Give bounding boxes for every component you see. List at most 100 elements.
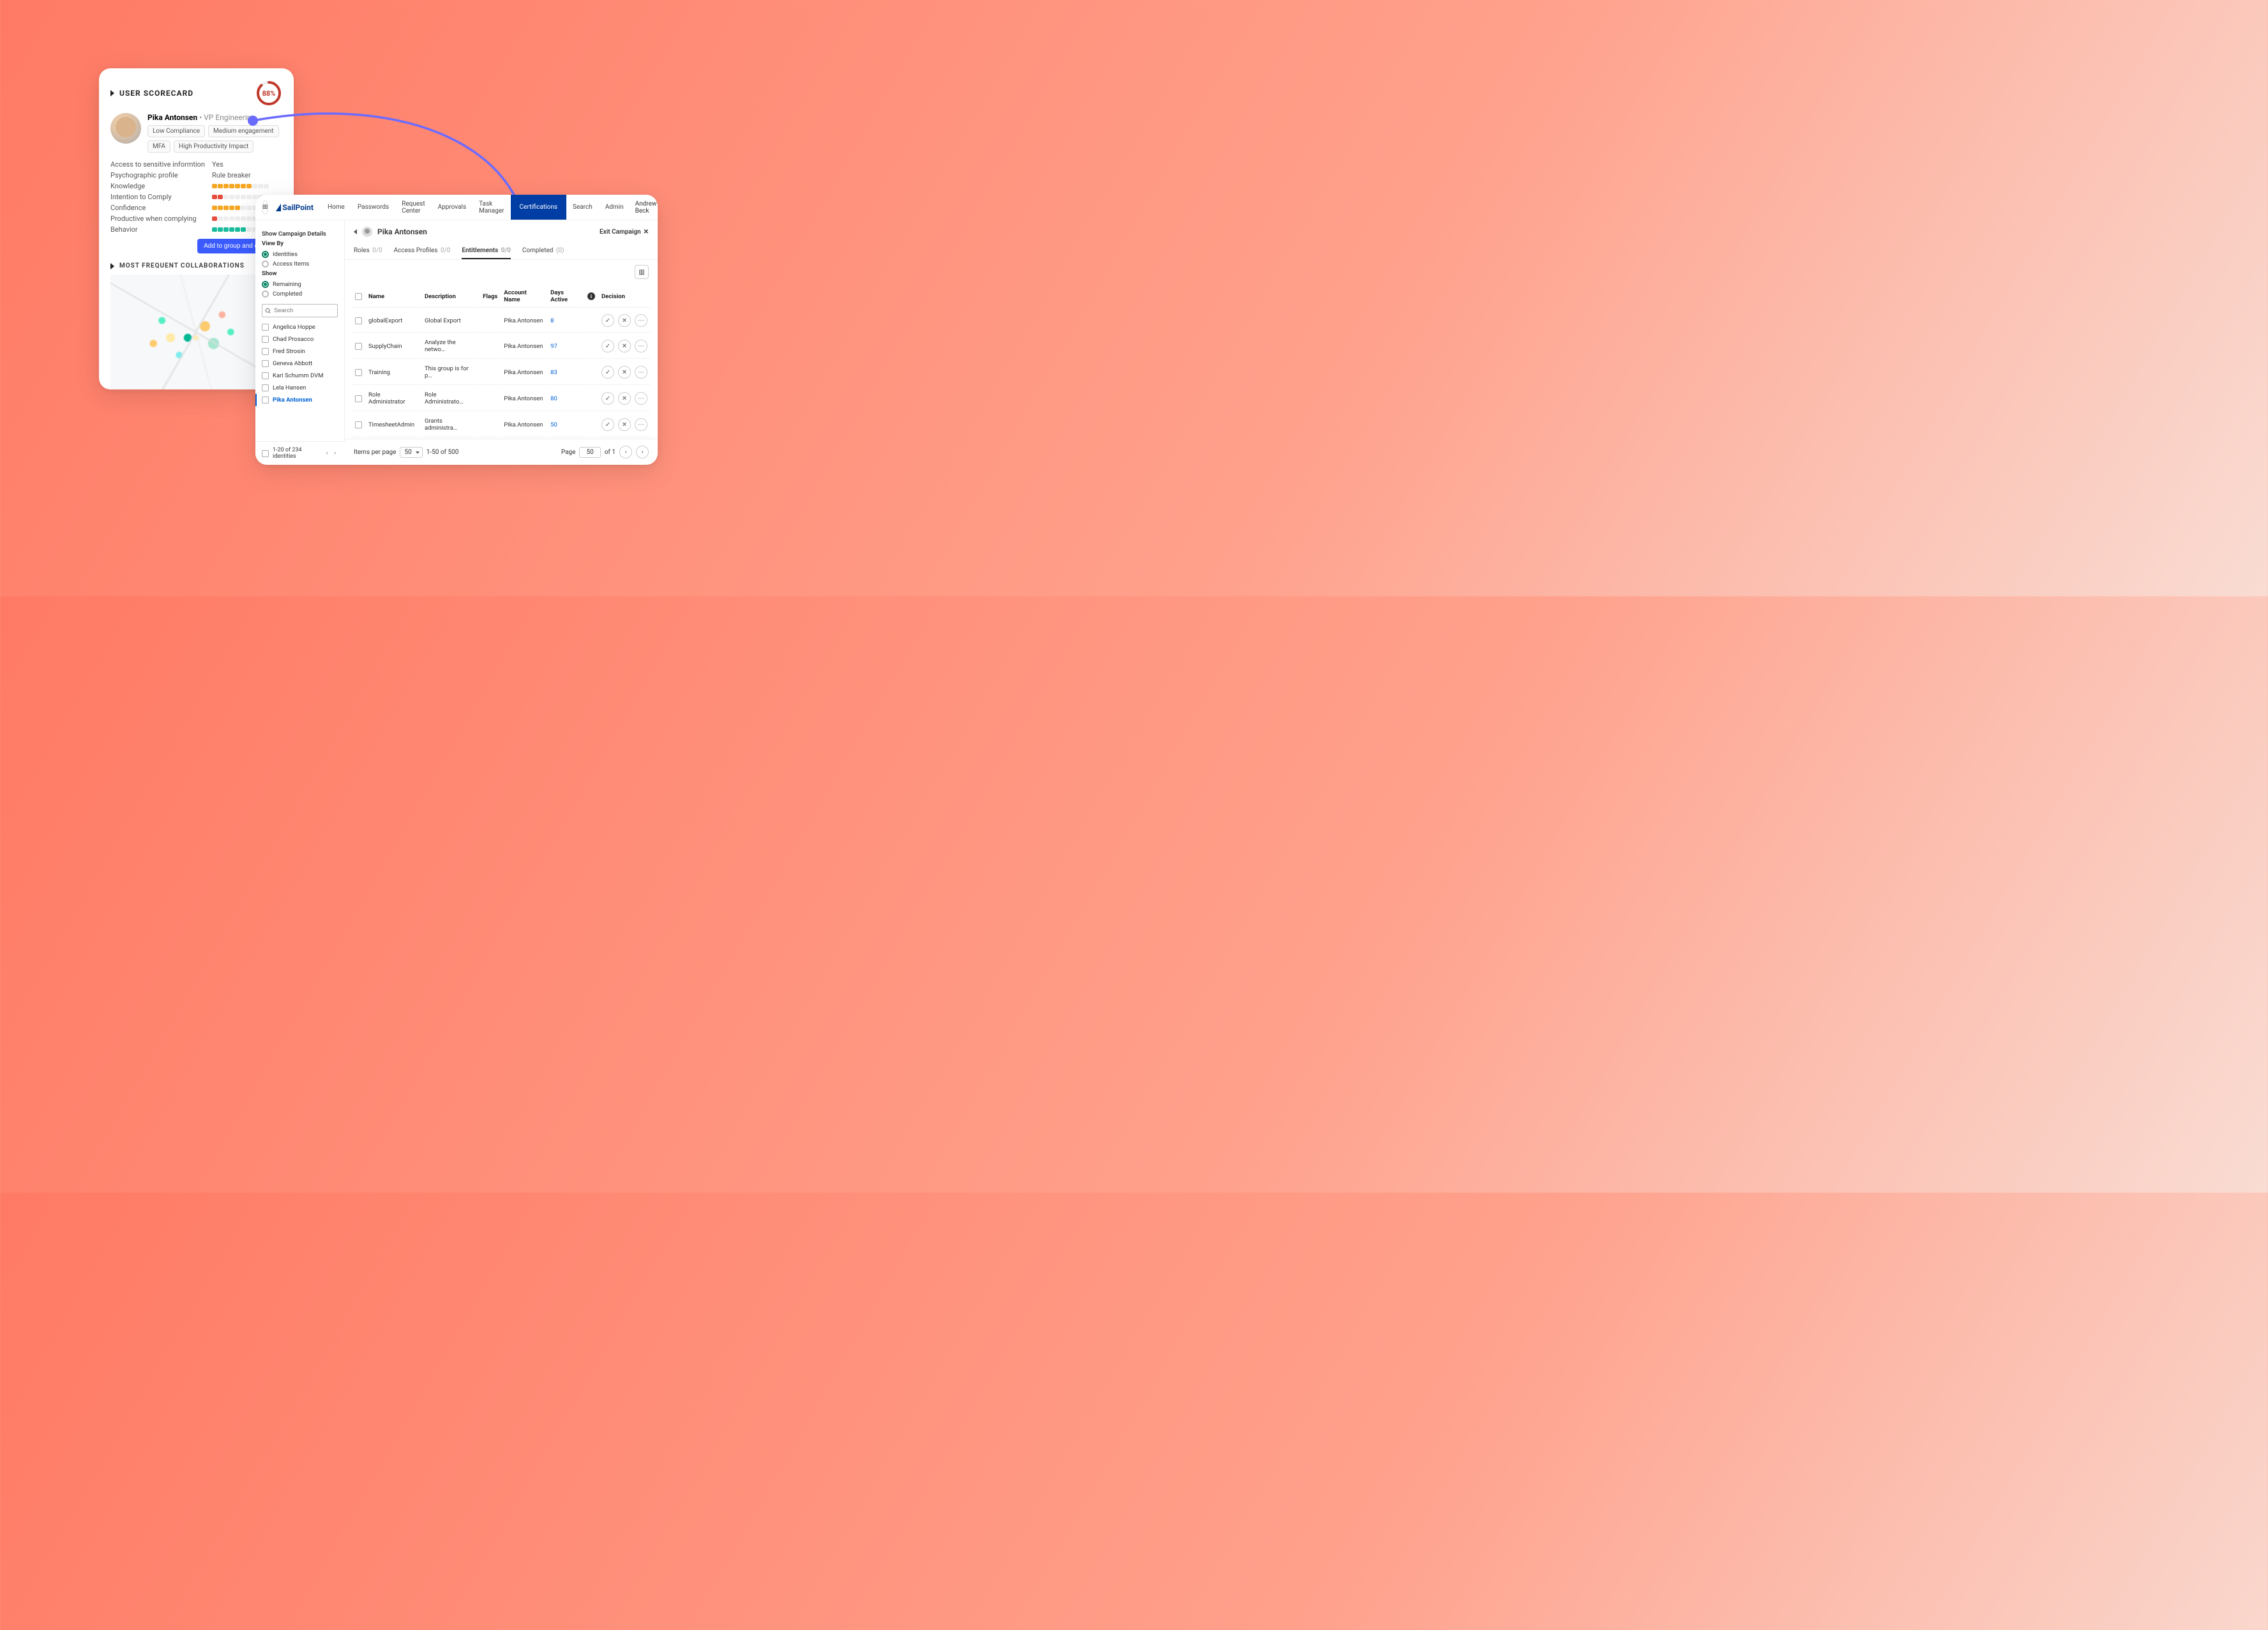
nav-search[interactable]: Search [566, 195, 599, 220]
more-button[interactable]: ⋯ [635, 418, 647, 431]
collapse-icon[interactable] [110, 263, 114, 269]
prev-page-button[interactable]: ‹ [619, 446, 632, 458]
select-all-checkbox[interactable] [262, 450, 269, 457]
identity-item[interactable]: Pika Antonsen [255, 394, 338, 406]
identity-item[interactable]: Lela Hansen [262, 382, 338, 394]
tab-completed[interactable]: Completed (0) [522, 243, 564, 259]
identity-item[interactable]: Chad Prosacco [262, 333, 338, 345]
identity-item[interactable]: Angelica Hoppe [262, 321, 338, 333]
checkbox-icon[interactable] [262, 324, 269, 331]
collapse-icon[interactable] [110, 90, 114, 96]
more-button[interactable]: ⋯ [635, 340, 647, 352]
checkbox-icon[interactable] [262, 360, 269, 367]
show-label: Completed [273, 291, 302, 298]
row-checkbox[interactable] [355, 343, 362, 350]
row-checkbox[interactable] [355, 369, 362, 376]
more-button[interactable]: ⋯ [635, 366, 647, 379]
col-header[interactable]: Name [366, 285, 421, 308]
prev-identities-button[interactable]: ‹ [324, 450, 331, 457]
select-all-checkbox[interactable] [355, 293, 362, 300]
sidebar: Show Campaign Details View By Identities… [255, 220, 345, 465]
nav-passwords[interactable]: Passwords [351, 195, 395, 220]
cell-days-active[interactable]: 8 [548, 309, 584, 333]
row-checkbox[interactable] [355, 395, 362, 402]
reject-button[interactable]: ✕ [618, 366, 631, 379]
tab-entitlements[interactable]: Entitlements 0/0 [462, 243, 511, 259]
col-header[interactable]: Description [422, 285, 479, 308]
user-tags: Low ComplianceMedium engagementMFAHigh P… [147, 125, 282, 153]
viewby-option[interactable]: Identities [262, 251, 338, 258]
checkbox-icon[interactable] [262, 372, 269, 379]
page-label: Page [561, 449, 576, 456]
col-header[interactable]: Days Active [548, 285, 584, 308]
nav-admin[interactable]: Admin [599, 195, 630, 220]
viewby-label: View By [262, 240, 338, 247]
approve-button[interactable]: ✓ [601, 366, 614, 379]
identity-title: Pika Antonsen [377, 227, 427, 236]
radio-icon [262, 260, 269, 268]
cell-desc: This group is for p… [422, 360, 479, 385]
metric-label: Productive when complying [110, 215, 212, 223]
sailpoint-logo[interactable]: SailPoint [275, 203, 319, 212]
nav-certifications[interactable]: Certifications [511, 195, 566, 220]
show-option[interactable]: Remaining [262, 281, 338, 288]
identity-item[interactable]: Kari Schumm DVM [262, 370, 338, 382]
identity-name: Pika Antonsen [273, 396, 312, 404]
exit-campaign-label: Exit Campaign [600, 229, 641, 236]
nav-home[interactable]: Home [321, 195, 351, 220]
current-user-menu[interactable]: Andrew Beck ⌄ [635, 200, 658, 215]
info-icon[interactable]: i [587, 292, 595, 300]
more-button[interactable]: ⋯ [635, 314, 647, 327]
ipp-select[interactable]: 50 [400, 447, 422, 458]
reject-button[interactable]: ✕ [618, 314, 631, 327]
cell-days-active[interactable]: 50 [548, 412, 584, 437]
approve-button[interactable]: ✓ [601, 340, 614, 352]
show-option[interactable]: Completed [262, 291, 338, 298]
columns-button[interactable]: ▥ [635, 265, 649, 279]
row-checkbox[interactable] [355, 317, 362, 324]
checkbox-icon[interactable] [262, 396, 269, 404]
app-launcher-icon[interactable]: ⊞ [262, 200, 268, 215]
table-row: SupplyChainAnalyze the netwo…Pika.Antons… [352, 334, 650, 359]
col-header[interactable]: i [585, 285, 598, 308]
viewby-option[interactable]: Access Items [262, 260, 338, 268]
campaign-details-link[interactable]: Show Campaign Details [262, 230, 338, 238]
cell-days-active[interactable]: 83 [548, 360, 584, 385]
cell-desc: Analyze the netwo… [422, 334, 479, 359]
score-value: 88% [255, 80, 282, 107]
nav-approvals[interactable]: Approvals [432, 195, 472, 220]
approve-button[interactable]: ✓ [601, 314, 614, 327]
checkbox-icon[interactable] [262, 348, 269, 355]
nav-task-manager[interactable]: Task Manager [472, 195, 510, 220]
cell-days-active[interactable]: 80 [548, 386, 584, 411]
col-header[interactable]: Account Name [501, 285, 547, 308]
cell-days-active[interactable]: 97 [548, 334, 584, 359]
cell-acct: Pika.Antonsen [501, 360, 547, 385]
more-button[interactable]: ⋯ [635, 392, 647, 405]
back-icon[interactable] [354, 229, 357, 234]
reject-button[interactable]: ✕ [618, 418, 631, 431]
checkbox-icon[interactable] [262, 336, 269, 343]
nav-request-center[interactable]: Request Center [395, 195, 431, 220]
approve-button[interactable]: ✓ [601, 418, 614, 431]
close-icon: ✕ [644, 229, 649, 236]
checkbox-icon[interactable] [262, 384, 269, 391]
reject-button[interactable]: ✕ [618, 340, 631, 352]
identity-search-input[interactable] [262, 304, 338, 317]
cell-name: globalExport [366, 309, 421, 333]
reject-button[interactable]: ✕ [618, 392, 631, 405]
col-header[interactable]: Decision [599, 285, 650, 308]
tab-roles[interactable]: Roles 0/0 [354, 243, 382, 259]
cell-name: Training [366, 360, 421, 385]
tab-access-profiles[interactable]: Access Profiles 0/0 [394, 243, 451, 259]
col-header[interactable]: Flags [480, 285, 500, 308]
next-page-button[interactable]: › [636, 446, 649, 458]
identity-item[interactable]: Geneva Abbott [262, 358, 338, 370]
row-checkbox[interactable] [355, 421, 362, 428]
cell-flags [480, 309, 500, 333]
next-identities-button[interactable]: › [331, 450, 338, 457]
approve-button[interactable]: ✓ [601, 392, 614, 405]
identity-item[interactable]: Fred Strosin [262, 345, 338, 358]
page-input[interactable]: 50 [579, 447, 600, 458]
exit-campaign-button[interactable]: Exit Campaign ✕ [600, 229, 649, 236]
